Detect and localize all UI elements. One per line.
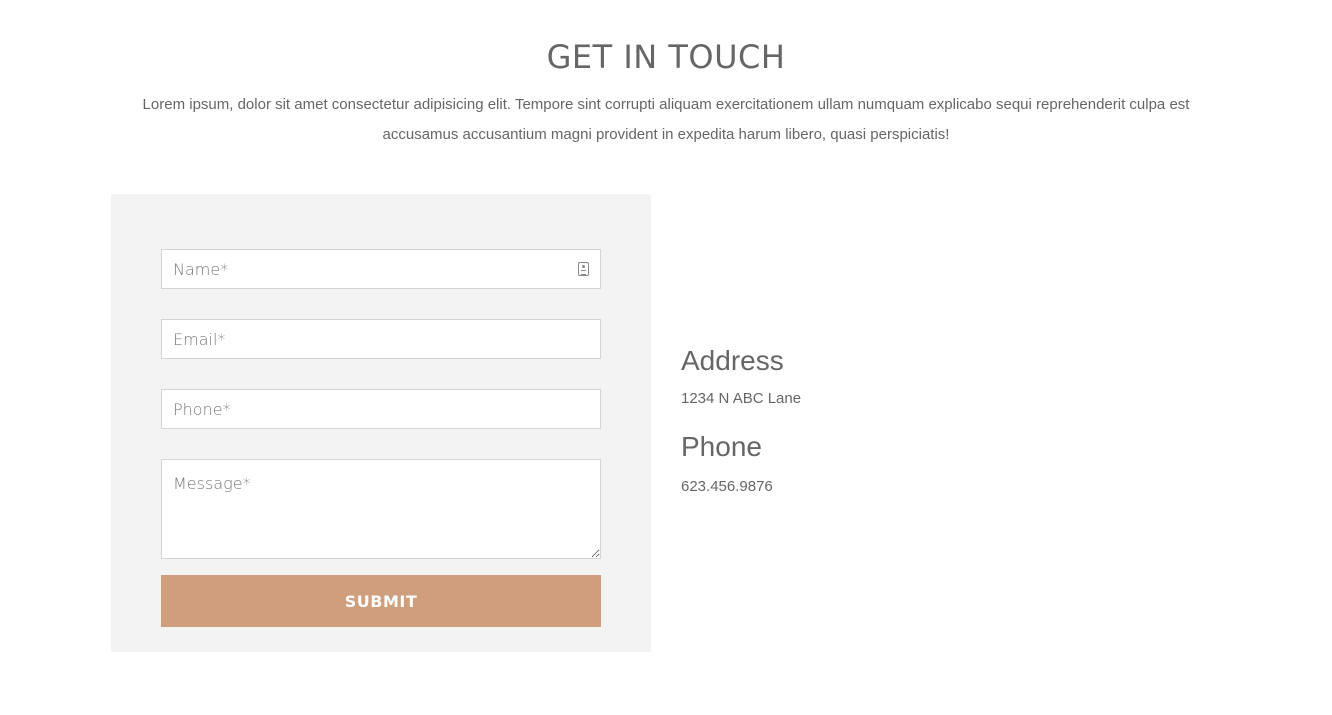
address-value: 1234 N ABC Lane xyxy=(681,390,802,407)
contact-form-panel: SUBMIT xyxy=(111,194,651,652)
contact-card-icon[interactable] xyxy=(578,262,589,276)
address-heading: Address xyxy=(681,345,784,376)
phone-input[interactable] xyxy=(161,389,601,429)
contact-page: GET IN TOUCH Lorem ipsum, dolor sit amet… xyxy=(0,0,1332,715)
email-input[interactable] xyxy=(161,319,601,359)
section-title: GET IN TOUCH xyxy=(546,38,786,76)
message-textarea[interactable] xyxy=(161,459,601,559)
section-intro: Lorem ipsum, dolor sit amet consectetur … xyxy=(142,96,1190,143)
contact-info: Address 1234 N ABC Lane Phone 623.456.98… xyxy=(681,344,1081,497)
submit-button[interactable]: SUBMIT xyxy=(161,575,601,627)
name-input[interactable] xyxy=(161,249,601,289)
phone-value: 623.456.9876 xyxy=(681,478,773,495)
phone-heading: Phone xyxy=(681,431,762,462)
